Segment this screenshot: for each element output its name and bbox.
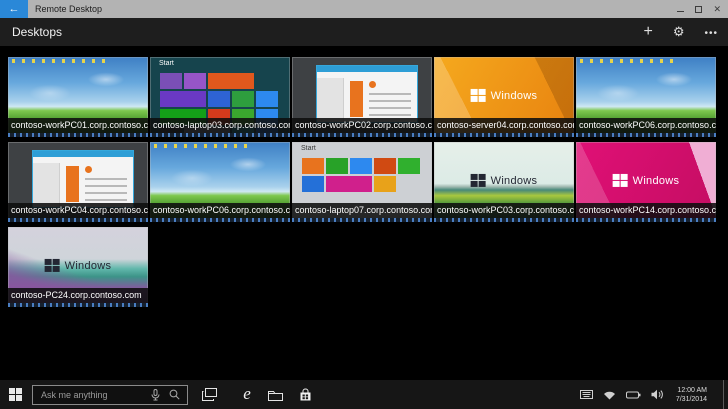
start-tiles-mosaic xyxy=(160,73,286,119)
windows-logo-text: Windows xyxy=(633,174,680,186)
desktop-thumbnail: Windows contoso-server04.corp.contoso.co… xyxy=(434,57,574,137)
app-bar: Desktops + ⚙ ••• xyxy=(0,18,728,46)
window-title: Remote Desktop xyxy=(35,4,102,14)
desktop-tile[interactable]: contoso-workPC01.corp.contoso.com xyxy=(8,57,148,137)
store-button[interactable] xyxy=(293,380,317,409)
desktop-label: contoso-workPC03.corp.contoso.com xyxy=(434,203,574,218)
search-placeholder: Ask me anything xyxy=(41,390,108,400)
touch-keyboard-icon[interactable] xyxy=(580,390,593,399)
remote-desktop-app-window: ← Remote Desktop ✕ Desktops + ⚙ ••• cont… xyxy=(0,0,728,409)
desktop-tile[interactable]: contoso-workPC04.corp.contoso.com xyxy=(8,142,148,222)
desktop-label: contoso-PC24.corp.contoso.com xyxy=(8,288,148,303)
desktop-thumbnail: Windows contoso-PC24.corp.contoso.com xyxy=(8,227,148,307)
system-tray: 12:00 AM 7/31/2014 xyxy=(580,380,728,409)
app-bar-actions: + ⚙ ••• xyxy=(643,23,728,41)
volume-icon[interactable] xyxy=(651,389,664,400)
wifi-icon[interactable] xyxy=(603,390,616,400)
desktop-tile[interactable]: contoso-workPC02.corp.contoso.com xyxy=(292,57,432,137)
page-title: Desktops xyxy=(12,25,62,39)
internet-explorer-icon: e xyxy=(243,385,251,402)
start-screen-label: Start xyxy=(159,60,174,67)
desktop-tile[interactable]: Start contoso-laptop07.corp.contoso.com xyxy=(292,142,432,222)
battery-icon[interactable] xyxy=(626,391,641,399)
desktop-label: contoso-workPC06.corp.contoso.com xyxy=(150,203,290,218)
close-icon[interactable]: ✕ xyxy=(713,4,721,15)
desktops-grid: contoso-workPC01.corp.contoso.com Start … xyxy=(0,46,728,380)
taskbar: Ask me anything e xyxy=(0,380,728,409)
back-button[interactable]: ← xyxy=(0,0,28,18)
windows-logo-text: Windows xyxy=(491,89,538,101)
maximize-icon[interactable] xyxy=(695,6,702,13)
desktop-tile[interactable]: contoso-workPC06.corp.contoso.com xyxy=(150,142,290,222)
windows-logo: Windows xyxy=(471,89,538,102)
desktop-label: contoso-workPC02.corp.contoso.com xyxy=(292,118,432,133)
desktop-thumbnail: contoso-workPC06.corp.contoso.com xyxy=(576,57,716,137)
desktop-label: contoso-laptop03.corp.contoso.com xyxy=(150,118,290,133)
desktop-label: contoso-server04.corp.contoso.com xyxy=(434,118,574,133)
desktop-icons-row xyxy=(580,59,675,63)
windows-start-icon xyxy=(9,388,22,401)
desktop-label: contoso-laptop07.corp.contoso.com xyxy=(292,203,432,218)
task-view-icon xyxy=(202,388,217,401)
windows-logo: Windows xyxy=(45,259,112,272)
desktop-thumbnail: Windows contoso-workPC03.corp.contoso.co… xyxy=(434,142,574,222)
add-desktop-icon[interactable]: + xyxy=(643,23,652,41)
back-arrow-icon: ← xyxy=(9,3,20,15)
microphone-icon[interactable] xyxy=(151,389,160,401)
windows-logo-text: Windows xyxy=(65,259,112,271)
desktop-tile[interactable]: Windows contoso-workPC14.corp.contoso.co… xyxy=(576,142,716,222)
server-manager-window xyxy=(32,150,134,208)
search-input[interactable]: Ask me anything xyxy=(32,385,188,405)
desktop-tile[interactable]: Windows contoso-workPC03.corp.contoso.co… xyxy=(434,142,574,222)
windows-logo: Windows xyxy=(471,174,538,187)
more-options-icon[interactable]: ••• xyxy=(704,26,718,39)
desktop-label: contoso-workPC06.corp.contoso.com xyxy=(576,118,716,133)
start-button[interactable] xyxy=(0,380,30,409)
desktop-tile[interactable]: Start contoso-laptop03.corp.contoso.com xyxy=(150,57,290,137)
internet-explorer-button[interactable]: e xyxy=(235,380,259,409)
search-icon[interactable] xyxy=(169,389,180,400)
desktop-thumbnail: contoso-workPC04.corp.contoso.com xyxy=(8,142,148,222)
desktop-tile[interactable]: contoso-workPC06.corp.contoso.com xyxy=(576,57,716,137)
desktop-icons-row xyxy=(12,59,107,63)
desktop-tile[interactable]: Windows contoso-server04.corp.contoso.co… xyxy=(434,57,574,137)
minimize-icon[interactable] xyxy=(677,11,684,12)
gear-icon[interactable]: ⚙ xyxy=(673,24,685,40)
server-manager-window xyxy=(316,65,418,123)
task-view-button[interactable] xyxy=(197,380,221,409)
desktop-thumbnail: Start contoso-laptop07.corp.contoso.com xyxy=(292,142,432,222)
file-explorer-button[interactable] xyxy=(263,380,287,409)
desktop-label: contoso-workPC04.corp.contoso.com xyxy=(8,203,148,218)
clock[interactable]: 12:00 AM 7/31/2014 xyxy=(676,386,707,404)
start-screen-label: Start xyxy=(301,145,316,152)
desktop-thumbnail: contoso-workPC01.corp.contoso.com xyxy=(8,57,148,137)
desktop-label: contoso-workPC01.corp.contoso.com xyxy=(8,118,148,133)
clock-date: 7/31/2014 xyxy=(676,395,707,404)
desktop-thumbnail: contoso-workPC02.corp.contoso.com xyxy=(292,57,432,137)
folder-icon xyxy=(268,389,283,401)
start-tiles-mosaic xyxy=(302,158,428,204)
desktop-icons-row xyxy=(154,144,249,148)
title-bar: ← Remote Desktop ✕ xyxy=(0,0,728,18)
desktop-thumbnail: Windows contoso-workPC14.corp.contoso.co… xyxy=(576,142,716,222)
window-controls: ✕ xyxy=(677,4,728,15)
store-bag-icon xyxy=(299,388,312,401)
desktop-thumbnail: contoso-workPC06.corp.contoso.com xyxy=(150,142,290,222)
desktop-label: contoso-workPC14.corp.contoso.com xyxy=(576,203,716,218)
desktop-thumbnail: Start contoso-laptop03.corp.contoso.com xyxy=(150,57,290,137)
clock-time: 12:00 AM xyxy=(676,386,707,395)
show-desktop-button[interactable] xyxy=(723,380,728,409)
desktop-tile[interactable]: Windows contoso-PC24.corp.contoso.com xyxy=(8,227,148,307)
windows-logo: Windows xyxy=(613,174,680,187)
windows-logo-text: Windows xyxy=(491,174,538,186)
